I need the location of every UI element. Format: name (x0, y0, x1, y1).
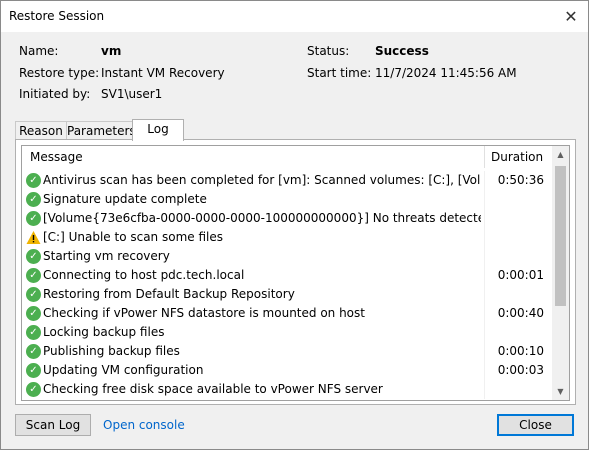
log-duration: 0:00:40 (497, 306, 544, 320)
status-value: Success (375, 44, 429, 58)
scroll-up-icon[interactable]: ▲ (552, 146, 569, 163)
log-row[interactable]: ✓ Checking if vPower NFS datastore is mou… (22, 304, 552, 323)
log-duration (488, 190, 544, 209)
log-row[interactable]: ✓ Publishing backup files 0:00:10 (22, 342, 552, 361)
log-duration (488, 228, 544, 247)
log-rows: ✓ Antivirus scan has been completed for [… (22, 171, 552, 399)
check-circle-icon: ✓ (26, 344, 41, 359)
row-column-divider (484, 323, 485, 342)
check-circle-icon: ✓ (26, 211, 41, 226)
name-value: vm (101, 44, 122, 58)
log-row[interactable]: ✓ Updating VM configuration 0:00:03 (22, 361, 552, 380)
log-message: Antivirus scan has been completed for [v… (43, 173, 481, 187)
log-row[interactable]: [C:] Unable to scan some files (22, 228, 552, 247)
start-time-value: 11/7/2024 11:45:56 AM (375, 66, 517, 80)
log-duration: 0:00:01 (497, 268, 544, 282)
log-message: Connecting to host pdc.tech.local (43, 268, 245, 282)
log-duration (488, 380, 544, 399)
row-column-divider (484, 228, 485, 247)
column-divider (484, 146, 485, 168)
log-row[interactable]: ✓ [Volume{73e6cfba-0000-0000-0000-1000000… (22, 209, 552, 228)
scroll-down-icon[interactable]: ▼ (552, 383, 569, 400)
log-row[interactable]: ✓ Connecting to host pdc.tech.local 0:00:0… (22, 266, 552, 285)
tab-reason[interactable]: Reason (15, 121, 67, 140)
check-circle-icon: ✓ (26, 325, 41, 340)
check-circle-icon: ✓ (26, 192, 41, 207)
start-time-label: Start time: (307, 66, 372, 80)
log-message: Checking free disk space available to vP… (43, 382, 383, 396)
log-message: Locking backup files (43, 325, 165, 339)
row-column-divider (484, 171, 485, 190)
row-column-divider (484, 304, 485, 323)
window-title: Restore Session (9, 9, 105, 23)
log-duration (488, 323, 544, 342)
vertical-scrollbar[interactable]: ▲ ▼ (552, 146, 569, 400)
log-duration: 0:00:10 (497, 344, 544, 358)
log-message: Starting vm recovery (43, 249, 170, 263)
restore-type-label: Restore type: (19, 66, 100, 80)
initiated-by-value: SV1\user1 (101, 87, 163, 101)
check-circle-icon: ✓ (26, 306, 41, 321)
name-label: Name: (19, 44, 59, 58)
row-column-divider (484, 285, 485, 304)
check-circle-icon: ✓ (26, 382, 41, 397)
log-row[interactable]: ✓ Locking backup files (22, 323, 552, 342)
row-column-divider (484, 247, 485, 266)
log-row[interactable]: ✓ Restoring from Default Backup Repositor… (22, 285, 552, 304)
log-row[interactable]: ✓ Checking free disk space available to v… (22, 380, 552, 399)
tab-log[interactable]: Log (132, 119, 184, 141)
row-column-divider (484, 361, 485, 380)
scan-log-button[interactable]: Scan Log (15, 414, 91, 436)
log-duration (488, 285, 544, 304)
log-list[interactable]: Message Duration ✓ Antivirus scan has bee… (21, 145, 570, 401)
row-column-divider (484, 209, 485, 228)
row-column-divider (484, 190, 485, 209)
log-message: Restoring from Default Backup Repository (43, 287, 295, 301)
log-duration (488, 209, 544, 228)
log-message: Checking if vPower NFS datastore is moun… (43, 306, 365, 320)
status-label: Status: (307, 44, 350, 58)
check-circle-icon: ✓ (26, 287, 41, 302)
duration-column-header[interactable]: Duration (491, 146, 543, 168)
row-column-divider (484, 342, 485, 361)
log-tab-panel: Message Duration ✓ Antivirus scan has bee… (15, 139, 576, 405)
initiated-by-label: Initiated by: (19, 87, 91, 101)
log-duration (488, 247, 544, 266)
message-column-header[interactable]: Message (30, 146, 83, 168)
log-message: [C:] Unable to scan some files (43, 230, 223, 244)
check-circle-icon: ✓ (26, 363, 41, 378)
open-console-link[interactable]: Open console (103, 418, 185, 432)
warning-triangle-icon (26, 230, 41, 245)
check-circle-icon: ✓ (26, 268, 41, 283)
log-message: Updating VM configuration (43, 363, 204, 377)
restore-type-value: Instant VM Recovery (101, 66, 225, 80)
restore-session-dialog: Restore Session ✕ Name: vm Restore type:… (0, 0, 589, 450)
row-column-divider (484, 266, 485, 285)
close-window-icon[interactable]: ✕ (554, 1, 588, 32)
log-row[interactable]: ✓ Signature update complete (22, 190, 552, 209)
title-bar: Restore Session ✕ (1, 1, 588, 32)
scroll-thumb[interactable] (555, 166, 566, 306)
log-duration: 0:50:36 (497, 173, 544, 187)
check-circle-icon: ✓ (26, 173, 41, 188)
log-message: [Volume{73e6cfba-0000-0000-0000-10000000… (43, 211, 481, 225)
close-button[interactable]: Close (497, 414, 574, 436)
log-row[interactable]: ✓ Starting vm recovery (22, 247, 552, 266)
log-row[interactable]: ✓ Antivirus scan has been completed for [… (22, 171, 552, 190)
check-circle-icon: ✓ (26, 249, 41, 264)
log-duration: 0:00:03 (497, 363, 544, 377)
tab-parameters[interactable]: Parameters (66, 121, 136, 140)
log-message: Publishing backup files (43, 344, 180, 358)
log-message: Signature update complete (43, 192, 207, 206)
row-column-divider (484, 380, 485, 399)
